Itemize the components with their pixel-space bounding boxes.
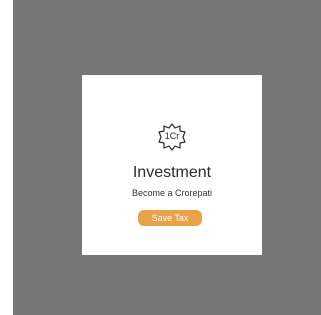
certificate-badge-icon: 1Cr xyxy=(154,122,190,152)
investment-card[interactable]: 1Cr Investment Become a Crorepati Save T… xyxy=(82,75,262,255)
badge-label: 1Cr xyxy=(164,131,180,141)
save-tax-tag[interactable]: Save Tax xyxy=(138,210,202,226)
card-title: Investment xyxy=(132,164,212,181)
card-subtitle: Become a Crorepati xyxy=(131,188,213,198)
